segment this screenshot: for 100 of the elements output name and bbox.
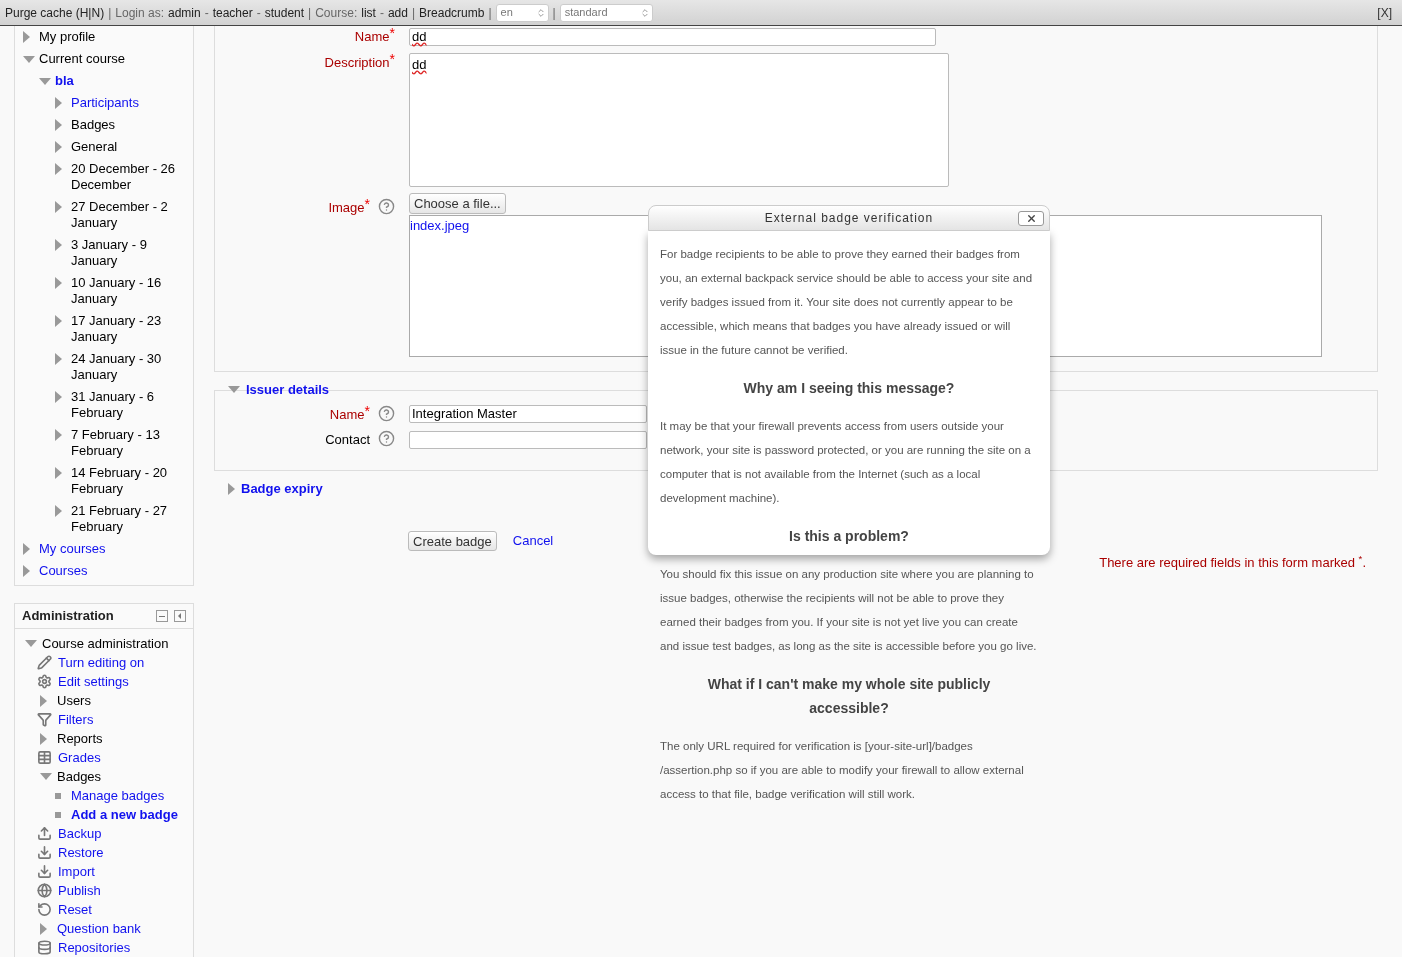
bar-link[interactable]: student	[264, 3, 305, 22]
collapsed-caret-icon[interactable]	[228, 482, 235, 495]
tree-item[interactable]: Reports	[57, 729, 103, 748]
tree-item[interactable]: 20 December - 26 December	[71, 161, 187, 193]
tree-item[interactable]: Import	[58, 862, 95, 881]
tree-item[interactable]: 10 January - 16 January	[71, 275, 187, 307]
collapsed-caret-icon[interactable]	[55, 315, 62, 327]
tree-item[interactable]: Question bank	[57, 919, 141, 938]
tree-item[interactable]: Badges	[71, 117, 187, 133]
tree-item[interactable]: 7 February - 13 February	[71, 427, 187, 459]
table-icon	[37, 750, 52, 765]
dialog-paragraph: You should fix this issue on any production site where you are planning to issue badges, otherwise the recipients will not be able to prove they earned their badges from you. If your site is not yet live you can create and issue test badges, as long as the site is accessible before you go live.	[660, 567, 1038, 654]
tree-item[interactable]: Manage badges	[71, 786, 165, 805]
tree-item[interactable]: Course administration	[42, 634, 169, 653]
bar-text: -	[204, 4, 209, 22]
tree-item[interactable]: Filters	[58, 710, 94, 729]
bar-link[interactable]: Purge cache (H|N)	[5, 3, 105, 22]
tree-item[interactable]: 27 December - 2 January	[71, 199, 187, 231]
help-icon[interactable]	[378, 430, 395, 447]
help-icon[interactable]	[378, 404, 395, 422]
separator: |	[488, 4, 492, 22]
choose-file-button[interactable]: Choose a file...	[409, 192, 506, 214]
tree-item[interactable]: 24 January - 30 January	[71, 351, 187, 383]
collapsed-caret-icon[interactable]	[55, 353, 62, 365]
tree-item[interactable]: Reset	[58, 900, 92, 919]
field-label: Contact	[325, 431, 370, 449]
collapsed-caret-icon[interactable]	[23, 543, 30, 555]
expanded-caret-icon[interactable]	[23, 55, 35, 63]
collapsed-caret-icon[interactable]	[55, 391, 62, 403]
bar-link[interactable]: admin	[168, 3, 201, 22]
expanded-caret-icon[interactable]	[40, 773, 52, 780]
tree-item[interactable]: Current course	[39, 51, 155, 67]
text-input[interactable]	[409, 430, 647, 449]
tree-item[interactable]: 21 February - 27 February	[71, 503, 187, 535]
collapsed-caret-icon[interactable]	[55, 97, 62, 109]
tree-item[interactable]: 31 January - 6 February	[71, 389, 187, 421]
tree-item[interactable]: General	[71, 139, 187, 155]
collapsed-caret-icon[interactable]	[55, 467, 62, 479]
description-textarea[interactable]: dd	[409, 52, 949, 187]
file-link[interactable]: index.jpeg	[410, 217, 470, 233]
tree-item[interactable]: Turn editing on	[58, 653, 145, 672]
bullet-icon	[55, 811, 61, 818]
tree-item[interactable]: Add a new badge	[71, 805, 178, 824]
collapse-icon[interactable]	[156, 610, 168, 622]
expanded-caret-icon[interactable]	[25, 640, 37, 647]
collapsed-caret-icon[interactable]	[40, 922, 47, 935]
bar-link[interactable]: list	[361, 3, 376, 22]
separator: |	[552, 4, 556, 22]
text-input[interactable]: Integration Master	[409, 405, 647, 424]
collapsed-caret-icon[interactable]	[55, 277, 62, 289]
collapsed-caret-icon[interactable]	[23, 565, 30, 577]
bar-link[interactable]: add	[387, 3, 408, 22]
tree-item[interactable]: Restore	[58, 843, 104, 862]
collapsed-caret-icon[interactable]	[55, 141, 62, 153]
close-button[interactable]	[1018, 211, 1044, 226]
collapsed-caret-icon[interactable]	[55, 239, 62, 251]
collapsed-caret-icon[interactable]	[40, 732, 47, 745]
section-legend[interactable]: Issuer details	[246, 379, 330, 400]
collapsed-caret-icon[interactable]	[55, 505, 62, 517]
tree-item[interactable]: My courses	[39, 541, 155, 557]
tree-item[interactable]: Badges	[57, 767, 102, 786]
tree-item[interactable]: Participants	[71, 95, 187, 111]
collapsed-caret-icon[interactable]	[55, 119, 62, 131]
tree-item[interactable]: 14 February - 20 February	[71, 465, 187, 497]
collapsed-caret-icon[interactable]	[55, 201, 62, 213]
tree-item[interactable]: Backup	[58, 824, 102, 843]
help-icon[interactable]	[378, 197, 395, 215]
close-icon	[1025, 213, 1037, 224]
tree-item[interactable]: Edit settings	[58, 672, 129, 691]
tree-item[interactable]: Publish	[58, 881, 101, 900]
dialog-paragraph: For badge recipients to be able to prove they earned their badges from you, an external backpack service should be able to access your site and verify badges issued from it. Your site does not currently appear to be accessible, which means that badges you have already issued or will issue in the future cannot be verified.	[660, 247, 1034, 358]
collapsed-caret-icon[interactable]	[40, 694, 47, 707]
dock-icon[interactable]	[174, 610, 186, 622]
tree-item[interactable]: Repositories	[58, 938, 131, 957]
spinner-arrows-icon	[535, 7, 546, 18]
text-input[interactable]: dd	[409, 27, 936, 46]
block-title: Administration	[22, 607, 114, 626]
collapsed-caret-icon[interactable]	[55, 163, 62, 175]
expanded-caret-icon[interactable]	[228, 386, 240, 393]
tree-item[interactable]: My profile	[39, 29, 155, 45]
expanded-caret-icon[interactable]	[39, 77, 51, 85]
required-note: There are required fields in this form marked $^{*}$.	[1099, 552, 1366, 572]
close-link[interactable]: [X]	[1377, 3, 1392, 22]
bar-link[interactable]: teacher	[212, 3, 253, 22]
collapsed-caret-icon[interactable]	[23, 31, 30, 43]
tree-item[interactable]: bla	[55, 73, 171, 89]
select-field[interactable]: standard	[559, 3, 653, 22]
tree-item[interactable]: Users	[57, 691, 91, 710]
cancel-link[interactable]: Cancel	[512, 530, 554, 551]
select-field[interactable]: en	[495, 3, 549, 22]
tree-item[interactable]: 17 January - 23 January	[71, 313, 187, 345]
create-button[interactable]: Create badge	[408, 530, 497, 551]
collapsed-caret-icon[interactable]	[55, 429, 62, 441]
tree-item[interactable]: Grades	[58, 748, 101, 767]
tree-item[interactable]: 3 January - 9 January	[71, 237, 187, 269]
bar-text: -	[256, 4, 261, 22]
bar-link[interactable]: Breadcrumb	[419, 3, 485, 22]
section-legend[interactable]: Badge expiry	[241, 478, 323, 499]
bar-text: Course:	[315, 4, 358, 22]
tree-item[interactable]: Courses	[39, 563, 155, 579]
